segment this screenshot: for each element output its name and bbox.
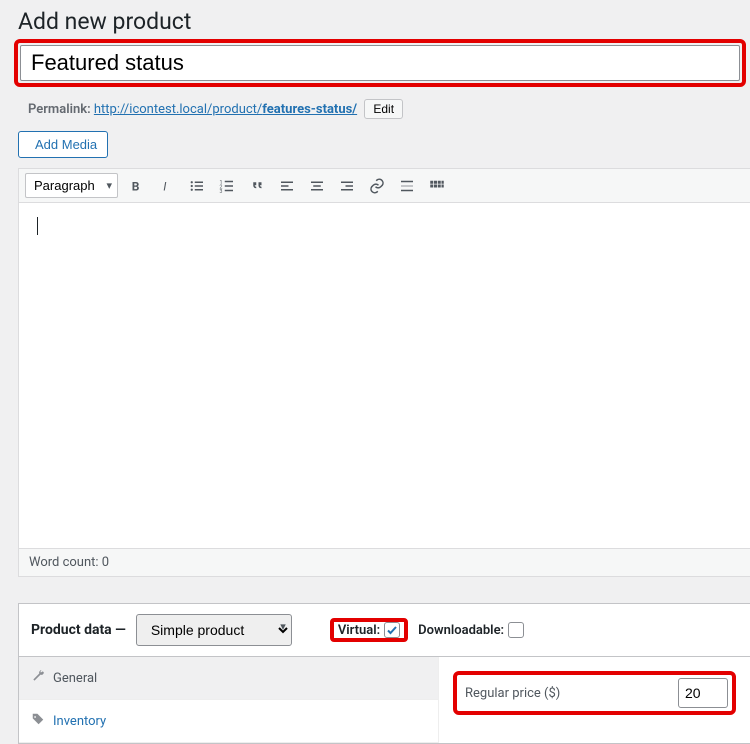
editor-footer: Word count: 0 (19, 548, 750, 576)
align-right-button[interactable] (336, 175, 358, 197)
readmore-button[interactable] (396, 175, 418, 197)
text-cursor (37, 217, 38, 235)
regular-price-label: Regular price ($) (461, 686, 670, 701)
permalink-edit-button[interactable]: Edit (364, 99, 403, 119)
word-count-label: Word count: (29, 555, 102, 570)
align-left-button[interactable] (276, 175, 298, 197)
toolbar-toggle-button[interactable] (426, 175, 448, 197)
downloadable-wrap: Downloadable: (418, 622, 524, 638)
tab-general[interactable]: General (19, 657, 438, 700)
svg-text:B: B (132, 179, 140, 193)
number-list-button[interactable]: 123 (216, 175, 238, 197)
product-data-panel: Regular price ($) (439, 657, 750, 743)
regular-price-input[interactable] (678, 678, 728, 708)
content-editor[interactable] (19, 203, 750, 548)
bold-button[interactable]: B (126, 175, 148, 197)
permalink-row: Permalink: http://icontest.local/product… (18, 93, 750, 129)
product-data-title: Product data — (31, 622, 126, 638)
permalink-base: http://icontest.local/product/ (94, 102, 262, 117)
product-title-input[interactable] (20, 45, 740, 81)
product-data-tabs: General Inventory (19, 657, 439, 743)
page-title: Add new product (18, 0, 750, 39)
permalink-slug: features-status/ (262, 102, 357, 117)
downloadable-label: Downloadable: (418, 623, 504, 638)
downloadable-checkbox[interactable] (508, 622, 524, 638)
permalink-link[interactable]: http://icontest.local/product/features-s… (94, 102, 357, 117)
wrench-icon (31, 669, 45, 687)
svg-text:I: I (163, 179, 167, 193)
tab-inventory[interactable]: Inventory (19, 700, 438, 743)
tag-icon (31, 712, 45, 730)
bullet-list-button[interactable] (186, 175, 208, 197)
regular-price-highlight: Regular price ($) (453, 671, 736, 715)
product-data-header: Product data — Simple product Virtual: D… (19, 604, 750, 657)
product-data-box: Product data — Simple product Virtual: D… (18, 603, 750, 744)
product-data-body: General Inventory Regular price ($) (19, 657, 750, 743)
tab-inventory-label: Inventory (53, 714, 106, 729)
format-select[interactable]: Paragraph (25, 173, 118, 198)
quote-button[interactable] (246, 175, 268, 197)
word-count-value: 0 (102, 555, 109, 570)
add-media-label: Add Media (35, 137, 97, 152)
align-center-button[interactable] (306, 175, 328, 197)
link-button[interactable] (366, 175, 388, 197)
add-media-button[interactable]: Add Media (18, 131, 108, 158)
virtual-label: Virtual: (338, 623, 380, 638)
tab-general-label: General (53, 671, 97, 686)
permalink-label: Permalink: (28, 102, 91, 117)
editor-box: Paragraph B I 123 Word count: 0 (18, 168, 750, 577)
svg-text:3: 3 (220, 188, 223, 194)
product-type-select[interactable]: Simple product (136, 614, 292, 646)
italic-button[interactable]: I (156, 175, 178, 197)
virtual-checkbox[interactable] (384, 622, 400, 638)
product-title-highlight (14, 39, 746, 87)
editor-toolbar: Paragraph B I 123 (19, 169, 750, 203)
virtual-highlight: Virtual: (330, 618, 408, 642)
